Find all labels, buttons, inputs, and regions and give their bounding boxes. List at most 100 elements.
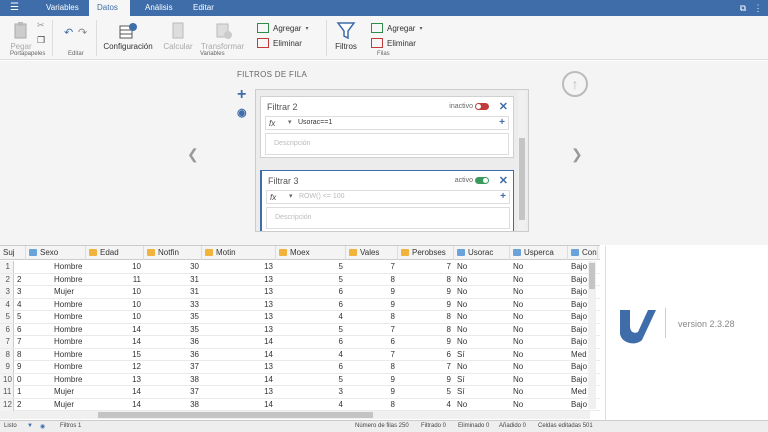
add-filter-icon[interactable]: +	[237, 86, 246, 104]
table-cell[interactable]: 9	[14, 361, 26, 373]
column-header[interactable]: Suj	[0, 246, 26, 260]
table-cell[interactable]: 8	[346, 311, 398, 323]
filter-description[interactable]: Descripción	[265, 133, 509, 155]
row-number[interactable]: 9	[0, 361, 14, 373]
tab-editar[interactable]: Editar	[185, 0, 222, 16]
table-cell[interactable]: 10	[86, 261, 144, 273]
table-row[interactable]: 8 8 Hombre 15 36 14 4 7 6 Sí No Med	[0, 348, 600, 361]
table-cell[interactable]: 2	[14, 399, 26, 411]
table-cell[interactable]: 5	[398, 386, 454, 398]
table-cell[interactable]: Mujer	[26, 286, 86, 298]
chevron-down-icon[interactable]: ▾	[289, 192, 293, 200]
redo-icon[interactable]: ↷	[78, 26, 87, 39]
table-cell[interactable]: 8	[14, 349, 26, 361]
transform-button[interactable]: Transformar	[200, 22, 245, 51]
table-cell[interactable]: 13	[202, 286, 276, 298]
scrollbar-thumb[interactable]	[519, 138, 525, 220]
chevron-left-icon[interactable]: ❮	[187, 146, 199, 163]
close-icon[interactable]: ✕	[499, 100, 508, 113]
table-cell[interactable]: 9	[398, 299, 454, 311]
table-cell[interactable]: 6	[14, 324, 26, 336]
table-cell[interactable]: 14	[86, 399, 144, 411]
table-cell[interactable]: 14	[86, 386, 144, 398]
table-cell[interactable]: 7	[346, 324, 398, 336]
table-cell[interactable]: 6	[276, 299, 346, 311]
row-number[interactable]: 10	[0, 373, 14, 386]
table-cell[interactable]: 9	[346, 299, 398, 311]
chevron-down-icon[interactable]: ▾	[288, 118, 292, 126]
column-header[interactable]: Notfin	[144, 246, 202, 260]
table-cell[interactable]	[14, 261, 26, 273]
row-number[interactable]: 1	[0, 261, 14, 273]
table-cell[interactable]: 30	[144, 261, 202, 273]
table-cell[interactable]: 2	[14, 274, 26, 286]
formula-text[interactable]: ROW() <= 100	[299, 193, 345, 200]
table-cell[interactable]: 7	[14, 336, 26, 348]
table-cell[interactable]: Hombre	[26, 361, 86, 373]
table-cell[interactable]: 13	[202, 274, 276, 286]
table-cell[interactable]: Hombre	[26, 274, 86, 286]
table-cell[interactable]: Sí	[454, 349, 510, 361]
table-cell[interactable]: 14	[202, 336, 276, 348]
row-number[interactable]: 6	[0, 323, 14, 336]
table-cell[interactable]: 7	[346, 261, 398, 273]
table-cell[interactable]: Hombre	[26, 261, 86, 273]
table-cell[interactable]: 13	[202, 361, 276, 373]
column-header[interactable]: Vales	[346, 246, 398, 260]
function-icon[interactable]: fx	[269, 119, 275, 128]
filter-toggle[interactable]	[475, 177, 489, 184]
table-cell[interactable]: 13	[202, 311, 276, 323]
add-condition-icon[interactable]: +	[499, 117, 505, 128]
table-cell[interactable]: No	[510, 299, 568, 311]
table-cell[interactable]: 15	[86, 349, 144, 361]
table-cell[interactable]: Sí	[454, 374, 510, 386]
filter-card[interactable]: Filtrar 3 activo ✕ fx ▾ ROW() <= 100 + D…	[260, 170, 514, 231]
table-cell[interactable]: 8	[398, 324, 454, 336]
column-header[interactable]: Moex	[276, 246, 346, 260]
table-cell[interactable]: 5	[276, 374, 346, 386]
table-cell[interactable]: 6	[276, 336, 346, 348]
table-cell[interactable]: No	[454, 361, 510, 373]
table-cell[interactable]: 33	[144, 299, 202, 311]
delete-variable-button[interactable]: Eliminar	[257, 38, 302, 48]
row-number[interactable]: 8	[0, 348, 14, 361]
table-cell[interactable]: 14	[86, 324, 144, 336]
table-cell[interactable]: 4	[276, 311, 346, 323]
table-cell[interactable]: 5	[276, 324, 346, 336]
table-row[interactable]: 9 9 Hombre 12 37 13 6 8 7 No No Bajo	[0, 361, 600, 374]
table-cell[interactable]: 9	[346, 374, 398, 386]
table-cell[interactable]: No	[454, 286, 510, 298]
table-cell[interactable]: 13	[202, 324, 276, 336]
row-number[interactable]: 4	[0, 298, 14, 311]
table-cell[interactable]: No	[510, 311, 568, 323]
setup-button[interactable]: Configuración	[103, 22, 153, 51]
table-cell[interactable]: 14	[202, 374, 276, 386]
window-mode-icon[interactable]: ⧉	[738, 3, 748, 13]
table-cell[interactable]: Hombre	[26, 324, 86, 336]
formula-text[interactable]: Usorac==1	[298, 119, 332, 126]
table-cell[interactable]: No	[510, 374, 568, 386]
table-cell[interactable]: 31	[144, 274, 202, 286]
eye-icon[interactable]: ◉	[237, 106, 247, 119]
table-row[interactable]: 10 0 Hombre 13 38 14 5 9 9 Sí No Bajo	[0, 373, 600, 386]
table-cell[interactable]: 37	[144, 361, 202, 373]
tab-analisis[interactable]: Análisis	[137, 0, 181, 16]
filter-name[interactable]: Filtrar 2	[267, 102, 298, 112]
table-cell[interactable]: No	[510, 336, 568, 348]
table-cell[interactable]: 4	[276, 399, 346, 411]
grid-vertical-scrollbar[interactable]	[588, 261, 596, 409]
table-cell[interactable]: No	[454, 261, 510, 273]
table-cell[interactable]: 9	[398, 336, 454, 348]
tab-datos[interactable]: Datos	[89, 0, 130, 16]
row-number[interactable]: 7	[0, 336, 14, 348]
filter-formula[interactable]: fx ▾ Usorac==1 +	[265, 116, 509, 130]
table-cell[interactable]: 14	[86, 336, 144, 348]
table-cell[interactable]: 36	[144, 349, 202, 361]
row-number[interactable]: 11	[0, 386, 14, 398]
compute-button[interactable]: Calcular	[162, 22, 194, 51]
column-header[interactable]: Perobses	[398, 246, 454, 260]
table-cell[interactable]: 0	[14, 374, 26, 386]
table-cell[interactable]: 10	[86, 311, 144, 323]
table-row[interactable]: 11 1 Mujer 14 37 13 3 9 5 Sí No Med	[0, 386, 600, 399]
filters-button[interactable]: Filtros	[333, 22, 359, 51]
